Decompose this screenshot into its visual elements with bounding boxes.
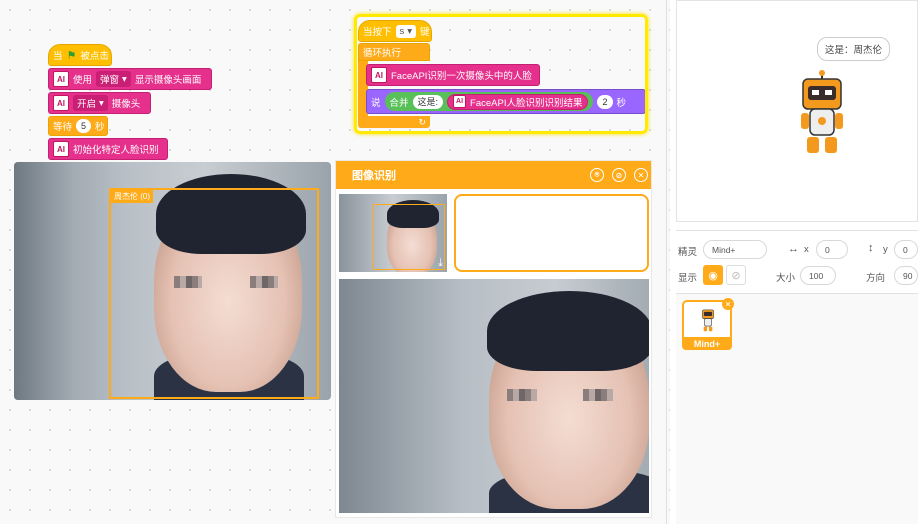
show-eye-icon[interactable]: ◉ [703, 265, 723, 285]
init-face-recognition-block[interactable]: AI 初始化特定人脸识别 [48, 138, 168, 160]
block-text: 摄像头 [111, 99, 141, 110]
camera-video-popup[interactable]: 周杰伦 (0) [14, 162, 331, 400]
block-text: 显示摄像头画面 [134, 75, 202, 86]
recognition-result-box [454, 194, 649, 272]
block-text: 当 [53, 51, 63, 62]
wait-seconds-input[interactable]: 5 [76, 119, 92, 133]
stage[interactable]: 这是：周杰伦 [676, 0, 918, 222]
sprite-thumbnail-mind-plus[interactable]: ✕ Mind+ [682, 298, 734, 350]
download-icon[interactable]: ⤓ [438, 257, 443, 270]
snapshot-large-preview [339, 279, 649, 513]
block-text: 等待 [53, 122, 73, 133]
open-camera-block[interactable]: AI 开启 ▾ 摄像头 [48, 92, 151, 114]
sprite-info-panel: 精灵 Mind+ ↔ x 0 ↕ y 0 显示 ◉ ⊘ 大小 100 方向 90 [676, 230, 918, 294]
hide-icon[interactable]: ⊘ [612, 168, 626, 182]
show-label: 显示 [678, 273, 698, 284]
size-input[interactable]: 100 [800, 266, 836, 285]
open-dropdown[interactable]: 开启 ▾ [73, 95, 108, 111]
block-text: 秒 [95, 122, 105, 133]
code-workspace[interactable]: 当 ⚑ 被点击 AI 使用 弹窗 ▾ 显示摄像头画面 AI 开启 ▾ 摄像头 等待 … [0, 0, 670, 524]
wait-block[interactable]: 等待 5 秒 [48, 116, 108, 136]
snapshot-thumbnail[interactable]: ⤓ [339, 194, 447, 272]
divider [666, 0, 667, 524]
direction-label: 方向 [866, 273, 886, 284]
ai-extension-icon: AI [53, 71, 69, 87]
when-flag-clicked-block[interactable]: 当 ⚑ 被点击 [48, 44, 112, 66]
direction-input[interactable]: 90 [894, 266, 918, 285]
image-recognition-panel: 图像识别 ⌾ ⊘ ✕ ⤓ [335, 160, 652, 518]
background-door [14, 162, 74, 400]
face-label: 周杰伦 (0) [111, 190, 153, 203]
sprite-thumbnail-label: Mind+ [682, 337, 732, 350]
sprite-name-input[interactable]: Mind+ [703, 240, 767, 259]
mind-plus-robot-sprite[interactable] [797, 69, 847, 159]
hide-eye-icon[interactable]: ⊘ [726, 265, 746, 285]
panel-header: 图像识别 ⌾ ⊘ ✕ [336, 161, 651, 189]
robot-thumbnail-icon [702, 309, 714, 332]
mosaic-eye [507, 389, 537, 401]
selected-script-highlight [354, 14, 648, 134]
green-flag-icon: ⚑ [66, 49, 77, 62]
use-popup-show-camera-block[interactable]: AI 使用 弹窗 ▾ 显示摄像头画面 [48, 68, 212, 90]
panel-title: 图像识别 [352, 170, 396, 182]
face-detection-box [373, 204, 445, 270]
y-input[interactable]: 0 [894, 240, 918, 259]
block-text: 被点击 [80, 51, 109, 62]
y-label: y [883, 244, 888, 255]
caret-down-icon: ▾ [122, 73, 127, 85]
hair [487, 291, 649, 371]
horizontal-arrows-icon: ↔ [788, 243, 799, 255]
close-icon[interactable]: ✕ [634, 168, 648, 182]
ai-extension-icon: AI [53, 95, 69, 111]
caret-down-icon: ▾ [99, 97, 104, 109]
pin-icon[interactable]: ⌾ [590, 168, 604, 182]
size-label: 大小 [776, 273, 796, 284]
popup-dropdown[interactable]: 弹窗 ▾ [96, 71, 131, 87]
speech-bubble: 这是：周杰伦 [817, 37, 891, 61]
block-text: 初始化特定人脸识别 [73, 145, 159, 156]
face-detection-box: 周杰伦 (0) [109, 188, 319, 399]
vertical-arrows-icon: ↕ [868, 242, 874, 254]
x-label: x [804, 244, 809, 255]
delete-sprite-icon[interactable]: ✕ [722, 298, 734, 310]
ai-extension-icon: AI [53, 141, 69, 157]
block-text: 使用 [73, 75, 93, 86]
mosaic-eye [583, 389, 613, 401]
x-input[interactable]: 0 [816, 240, 848, 259]
sprite-label: 精灵 [678, 247, 698, 258]
